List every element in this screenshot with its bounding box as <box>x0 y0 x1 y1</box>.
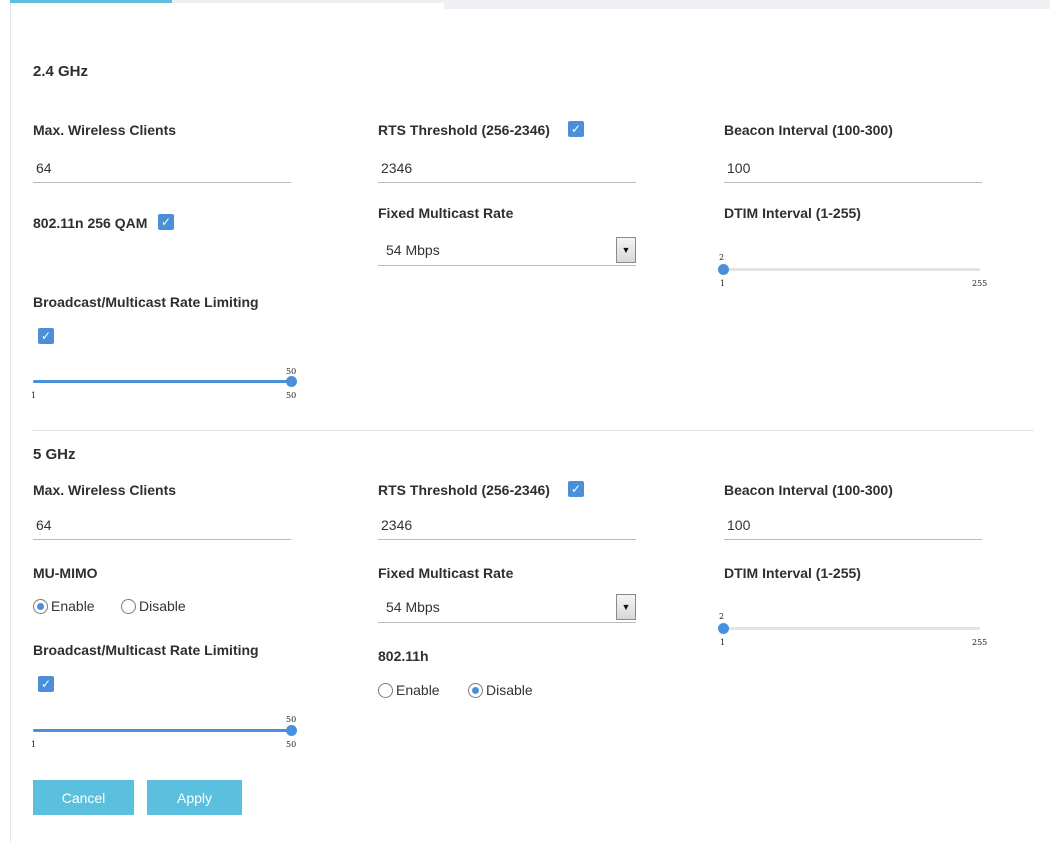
rate-limit-label-5: Broadcast/Multicast Rate Limiting <box>33 642 259 658</box>
dtim-max-5: 255 <box>972 638 988 647</box>
rate-limit-max-24: 50 <box>286 391 297 400</box>
rate-limit-slider-24[interactable] <box>33 380 291 383</box>
mu-mimo-enable-label: Enable <box>51 598 95 614</box>
dtim-label-24: DTIM Interval (1-255) <box>724 205 861 221</box>
radio-selected-icon[interactable] <box>468 682 483 698</box>
rate-limit-value-5: 50 <box>286 715 297 724</box>
rate-limit-min-5: 1 <box>31 740 37 749</box>
active-tab-indicator[interactable] <box>10 0 172 3</box>
rts-threshold-input-24[interactable]: 2346 <box>378 154 636 183</box>
mu-mimo-disable-label: Disable <box>139 598 186 614</box>
rate-limit-checkbox-24[interactable]: ✓ <box>38 328 54 344</box>
multicast-rate-label-5: Fixed Multicast Rate <box>378 565 514 581</box>
rate-limit-max-5: 50 <box>286 740 297 749</box>
rate-limit-label-24: Broadcast/Multicast Rate Limiting <box>33 294 259 310</box>
chevron-down-icon[interactable]: ▼ <box>616 237 636 263</box>
section-title-24ghz: 2.4 GHz <box>33 63 89 80</box>
dtim-max-24: 255 <box>972 279 988 288</box>
mu-mimo-enable-radio[interactable]: Enable <box>33 598 95 614</box>
dtim-slider-handle-24[interactable] <box>718 264 729 275</box>
mu-mimo-disable-radio[interactable]: Disable <box>121 598 186 614</box>
chevron-down-icon[interactable]: ▼ <box>616 594 636 620</box>
radio-unselected-icon[interactable] <box>378 682 393 698</box>
max-clients-label-24: Max. Wireless Clients <box>33 122 177 138</box>
dtim-slider-track-24[interactable] <box>722 268 980 271</box>
h80211-enable-label: Enable <box>396 682 440 698</box>
dtim-min-24: 1 <box>720 279 726 288</box>
beacon-interval-input-5[interactable]: 100 <box>724 511 982 540</box>
radio-selected-icon[interactable] <box>33 598 48 614</box>
dtim-slider-handle-5[interactable] <box>718 623 729 634</box>
rate-limit-slider-5[interactable] <box>33 729 291 732</box>
rts-threshold-input-5[interactable]: 2346 <box>378 511 636 540</box>
rts-threshold-label-5: RTS Threshold (256-2346) <box>378 482 550 498</box>
rts-threshold-checkbox-24[interactable]: ✓ <box>568 121 584 137</box>
h80211-label: 802.11h <box>378 648 429 664</box>
max-clients-label-5: Max. Wireless Clients <box>33 482 177 498</box>
max-clients-input-24[interactable]: 64 <box>33 154 291 183</box>
dtim-value-5: 2 <box>719 612 725 621</box>
apply-button[interactable]: Apply <box>147 780 242 815</box>
qam-label-24: 802.11n 256 QAM <box>33 215 148 231</box>
beacon-interval-label-24: Beacon Interval (100-300) <box>724 122 893 138</box>
radio-unselected-icon[interactable] <box>121 598 136 614</box>
multicast-rate-label-24: Fixed Multicast Rate <box>378 205 514 221</box>
rts-threshold-checkbox-5[interactable]: ✓ <box>568 481 584 497</box>
dtim-min-5: 1 <box>720 638 726 647</box>
rate-limit-value-24: 50 <box>286 367 297 376</box>
h80211-enable-radio[interactable]: Enable <box>378 682 440 698</box>
tab-strip-right <box>444 0 1050 9</box>
rate-limit-slider-handle-24[interactable] <box>286 376 297 387</box>
dtim-value-24: 2 <box>719 253 725 262</box>
dtim-label-5: DTIM Interval (1-255) <box>724 565 861 581</box>
qam-checkbox-24[interactable]: ✓ <box>158 214 174 230</box>
cancel-button[interactable]: Cancel <box>33 780 134 815</box>
multicast-rate-value-5: 54 Mbps <box>386 599 440 615</box>
mu-mimo-label: MU-MIMO <box>33 565 98 581</box>
section-divider <box>32 430 1034 431</box>
h80211-disable-label: Disable <box>486 682 533 698</box>
panel-border <box>10 3 11 842</box>
rate-limit-min-24: 1 <box>31 391 37 400</box>
multicast-rate-value-24: 54 Mbps <box>386 242 440 258</box>
dtim-slider-track-5[interactable] <box>722 627 980 630</box>
multicast-rate-select-24[interactable]: 54 Mbps ▼ <box>378 235 636 266</box>
rate-limit-slider-handle-5[interactable] <box>286 725 297 736</box>
beacon-interval-label-5: Beacon Interval (100-300) <box>724 482 893 498</box>
max-clients-input-5[interactable]: 64 <box>33 511 291 540</box>
rts-threshold-label-24: RTS Threshold (256-2346) <box>378 122 550 138</box>
beacon-interval-input-24[interactable]: 100 <box>724 154 982 183</box>
multicast-rate-select-5[interactable]: 54 Mbps ▼ <box>378 592 636 623</box>
section-title-5ghz: 5 GHz <box>33 446 76 463</box>
rate-limit-checkbox-5[interactable]: ✓ <box>38 676 54 692</box>
h80211-disable-radio[interactable]: Disable <box>468 682 533 698</box>
tab-strip <box>172 0 444 3</box>
